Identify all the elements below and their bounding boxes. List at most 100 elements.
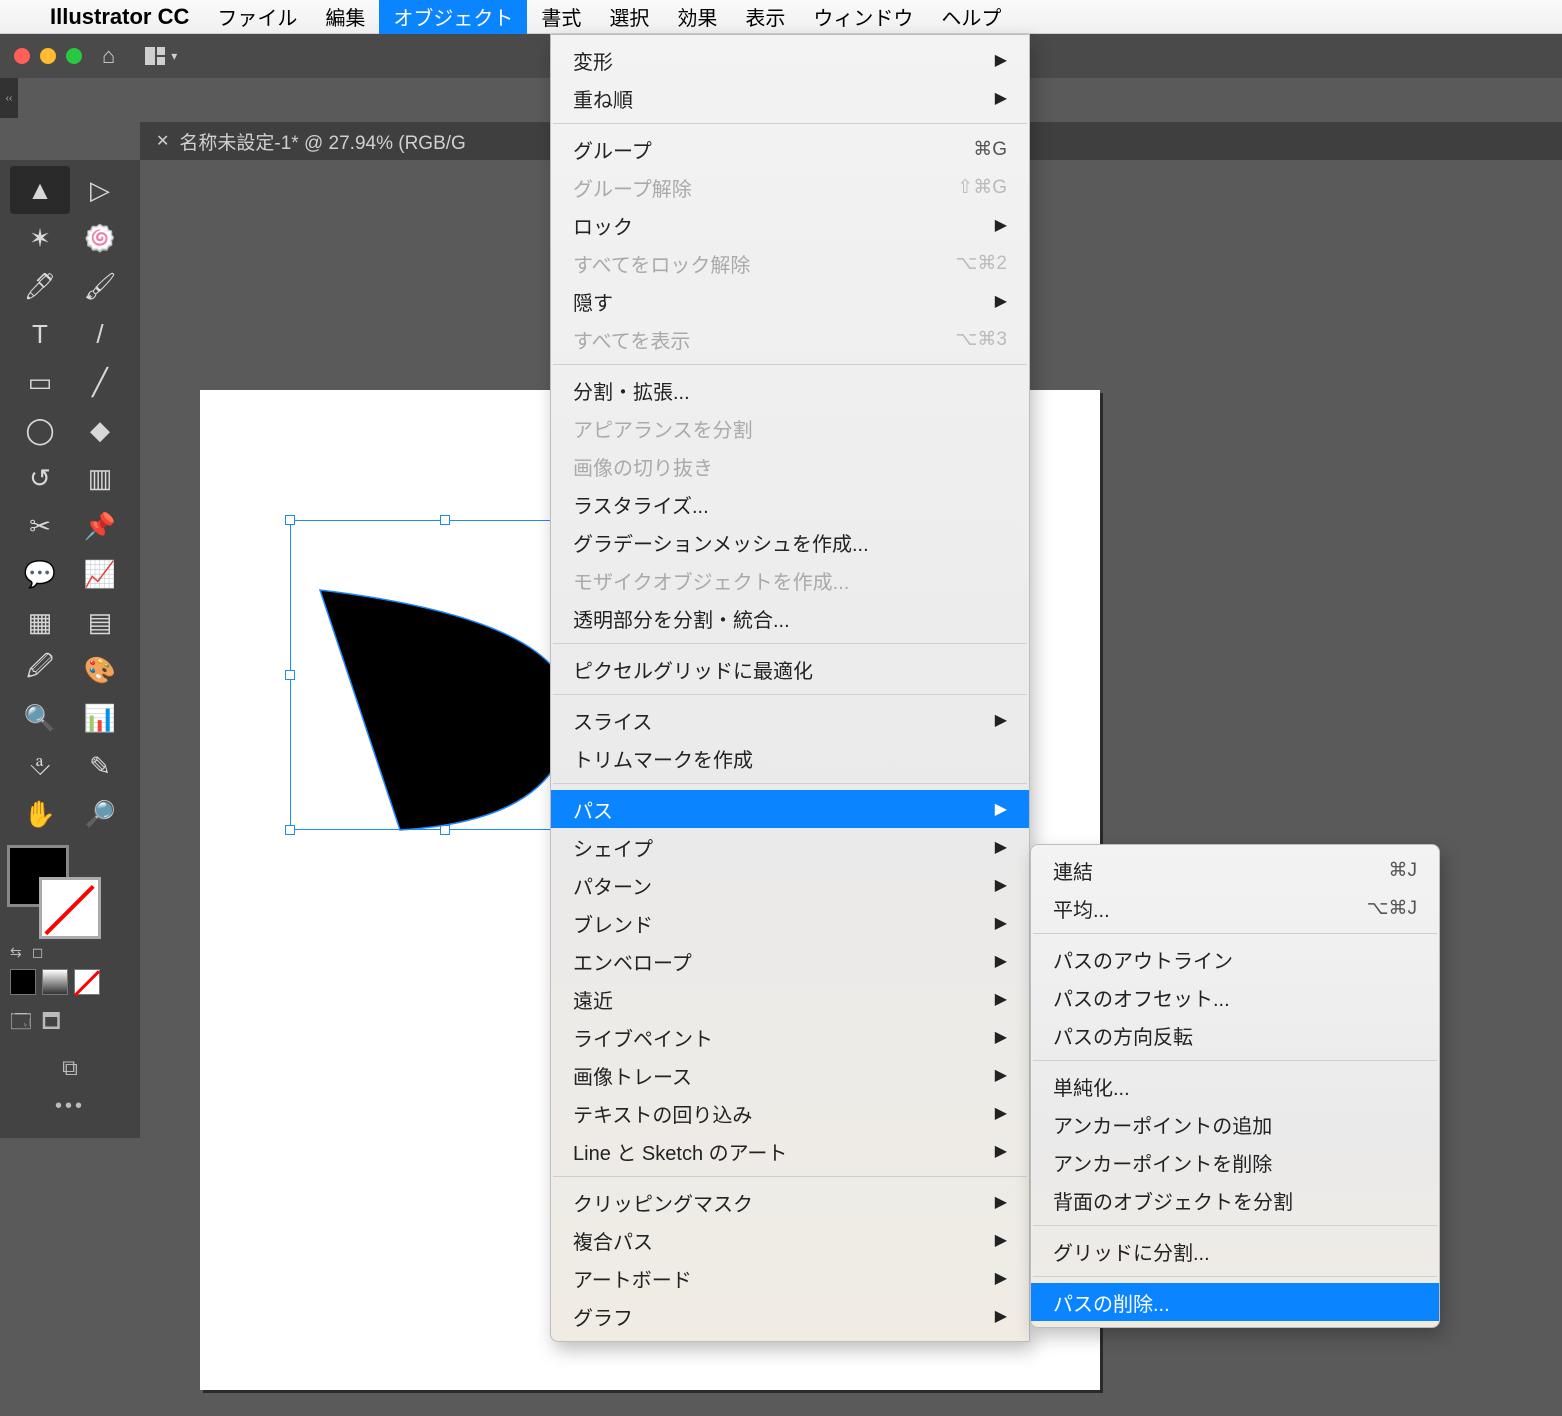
tool-button[interactable]: 🎨	[70, 646, 130, 694]
resize-handle[interactable]	[285, 825, 295, 835]
menu-item[interactable]: ブレンド▶	[551, 904, 1029, 942]
tool-button[interactable]: 🔍	[10, 694, 70, 742]
menu-item[interactable]: アンカーポイントの追加	[1031, 1105, 1439, 1143]
menu-item[interactable]: 分割・拡張...	[551, 371, 1029, 409]
menu-item[interactable]: 連結⌘J	[1031, 851, 1439, 889]
tool-button[interactable]: 📊	[70, 694, 130, 742]
edit-toolbar-icon[interactable]: •••	[10, 1095, 130, 1118]
screen-mode-icon[interactable]: 🗔	[10, 1007, 32, 1041]
menu-item[interactable]: クリッピングマスク▶	[551, 1183, 1029, 1221]
menu-item[interactable]: グラデーションメッシュを作成...	[551, 523, 1029, 561]
close-icon[interactable]	[14, 48, 30, 64]
tool-button[interactable]: ▷	[70, 166, 130, 214]
menu-type[interactable]: 書式	[527, 0, 595, 34]
color-mode-gradient[interactable]	[42, 969, 68, 995]
menu-item[interactable]: アートボード▶	[551, 1259, 1029, 1297]
tool-button[interactable]: 🖌	[70, 262, 130, 310]
tool-button[interactable]: ✂	[10, 502, 70, 550]
fill-stroke-swatch[interactable]	[10, 848, 98, 936]
change-screen-mode-icon[interactable]: ⧉	[62, 1055, 78, 1081]
document-tab[interactable]: ✕ 名称未設定-1* @ 27.94% (RGB/G	[140, 122, 482, 160]
menu-item[interactable]: パスの方向反転	[1031, 1016, 1439, 1054]
menu-item[interactable]: グリッドに分割...	[1031, 1232, 1439, 1270]
tool-button[interactable]: ╱	[70, 358, 130, 406]
tool-button[interactable]: ⎀	[10, 742, 70, 790]
menu-item[interactable]: テキストの回り込み▶	[551, 1094, 1029, 1132]
tool-button[interactable]: 📈	[70, 550, 130, 598]
menu-item[interactable]: グループ⌘G	[551, 130, 1029, 168]
tool-button[interactable]: 🍥	[70, 214, 130, 262]
color-mode-none[interactable]	[74, 969, 100, 995]
tool-button[interactable]: ✶	[10, 214, 70, 262]
tool-button[interactable]: 📌	[70, 502, 130, 550]
tool-button[interactable]: T	[10, 310, 70, 358]
app-menu[interactable]: Illustrator CC	[36, 0, 203, 34]
menu-item[interactable]: 変形▶	[551, 41, 1029, 79]
menu-item[interactable]: ロック▶	[551, 206, 1029, 244]
stroke-swatch[interactable]	[42, 880, 98, 936]
menu-item[interactable]: エンベロープ▶	[551, 942, 1029, 980]
maximize-icon[interactable]	[66, 48, 82, 64]
menu-item[interactable]: Line と Sketch のアート▶	[551, 1132, 1029, 1170]
resize-handle[interactable]	[440, 515, 450, 525]
tool-button[interactable]: ◆	[70, 406, 130, 454]
menu-select[interactable]: 選択	[595, 0, 663, 34]
panel-collapse-icon[interactable]	[0, 78, 18, 118]
menu-item[interactable]: 隠す▶	[551, 282, 1029, 320]
tool-button[interactable]: ↺	[10, 454, 70, 502]
menu-item[interactable]: ピクセルグリッドに最適化	[551, 650, 1029, 688]
menu-item[interactable]: アンカーポイントを削除	[1031, 1143, 1439, 1181]
workspace-switcher-icon[interactable]: ▾	[135, 47, 187, 65]
tool-button[interactable]: ▤	[70, 598, 130, 646]
menu-item[interactable]: 透明部分を分割・統合...	[551, 599, 1029, 637]
tool-button[interactable]: ✎	[70, 742, 130, 790]
menu-item[interactable]: シェイプ▶	[551, 828, 1029, 866]
menu-item[interactable]: 重ね順▶	[551, 79, 1029, 117]
menu-item[interactable]: 背面のオブジェクトを分割	[1031, 1181, 1439, 1219]
tool-button[interactable]: ▦	[10, 598, 70, 646]
tool-button[interactable]: ▥	[70, 454, 130, 502]
menu-item[interactable]: パスのオフセット...	[1031, 978, 1439, 1016]
menu-item[interactable]: グラフ▶	[551, 1297, 1029, 1335]
menu-item[interactable]: スライス▶	[551, 701, 1029, 739]
menu-item-label: 連結	[1053, 856, 1093, 885]
menu-object[interactable]: オブジェクト	[379, 0, 527, 34]
menu-item[interactable]: トリムマークを作成	[551, 739, 1029, 777]
tool-button[interactable]: ◯	[10, 406, 70, 454]
menu-item[interactable]: 遠近▶	[551, 980, 1029, 1018]
color-mode-solid[interactable]	[10, 969, 36, 995]
tool-button[interactable]: ▲	[10, 166, 70, 214]
menu-item[interactable]: パス▶	[551, 790, 1029, 828]
menu-help[interactable]: ヘルプ	[927, 0, 1015, 34]
menu-view[interactable]: 表示	[731, 0, 799, 34]
menu-item[interactable]: 単純化...	[1031, 1067, 1439, 1105]
menu-item[interactable]: ライブペイント▶	[551, 1018, 1029, 1056]
resize-handle[interactable]	[285, 670, 295, 680]
tool-button[interactable]: ✋	[10, 790, 70, 838]
tool-button[interactable]: ▭	[10, 358, 70, 406]
menu-item[interactable]: パスの削除...	[1031, 1283, 1439, 1321]
close-tab-icon[interactable]: ✕	[156, 131, 169, 151]
swap-fill-stroke-icon[interactable]: ⇆	[10, 944, 22, 961]
menu-window[interactable]: ウィンドウ	[799, 0, 927, 34]
minimize-icon[interactable]	[40, 48, 56, 64]
menu-item[interactable]: 画像トレース▶	[551, 1056, 1029, 1094]
selected-shape[interactable]	[310, 560, 590, 840]
tool-button[interactable]: /	[70, 310, 130, 358]
menu-item[interactable]: パスのアウトライン	[1031, 940, 1439, 978]
tool-button[interactable]: 🔎	[70, 790, 130, 838]
menu-file[interactable]: ファイル	[203, 0, 311, 34]
menu-item[interactable]: 平均...⌥⌘J	[1031, 889, 1439, 927]
menu-item[interactable]: パターン▶	[551, 866, 1029, 904]
menu-edit[interactable]: 編集	[311, 0, 379, 34]
tool-button[interactable]: 🖉	[10, 646, 70, 694]
screen-mode-alt-icon[interactable]: 🗖	[42, 1007, 61, 1041]
menu-item[interactable]: ラスタライズ...	[551, 485, 1029, 523]
tool-button[interactable]: 🖊	[10, 262, 70, 310]
home-icon[interactable]: ⌂	[92, 43, 125, 69]
menu-effect[interactable]: 効果	[663, 0, 731, 34]
tool-button[interactable]: 💬	[10, 550, 70, 598]
menu-item[interactable]: 複合パス▶	[551, 1221, 1029, 1259]
default-fill-stroke-icon[interactable]: ◻	[32, 944, 44, 961]
resize-handle[interactable]	[285, 515, 295, 525]
